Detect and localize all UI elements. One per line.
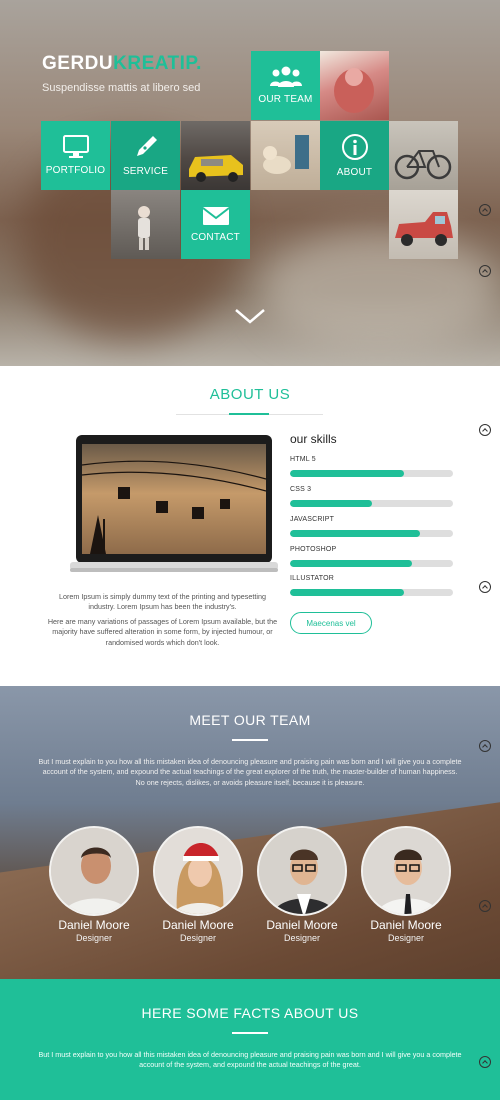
tile-label: SERVICE — [122, 166, 169, 177]
facts-section: HERE SOME FACTS ABOUT US But I must expl… — [0, 979, 500, 1100]
tile-label: OUR TEAM — [258, 94, 313, 105]
skills-title: our skills — [290, 432, 337, 446]
about-paragraph: Here are many variations of passages of … — [47, 617, 278, 647]
scroll-up-icon[interactable] — [479, 204, 491, 216]
facts-description: But I must explain to you how all this m… — [38, 1050, 462, 1070]
brand-logo[interactable]: GERDUKREATIP. — [42, 53, 202, 75]
avatar — [49, 826, 139, 916]
skill-bar-fill — [290, 470, 405, 477]
tile-about[interactable]: ABOUT — [320, 121, 389, 190]
brand-name-first: GERDU — [42, 53, 114, 74]
skill-bar-fill — [290, 589, 405, 596]
team-member-card[interactable]: Daniel Moore Designer — [358, 826, 454, 943]
skill-label: PHOTOSHOP — [290, 546, 337, 553]
maecenas-button[interactable]: Maecenas vel — [290, 612, 372, 634]
skill-bar-fill — [290, 560, 413, 567]
skill-label: CSS 3 — [290, 486, 312, 493]
member-name: Daniel Moore — [370, 918, 442, 932]
skill-bar — [290, 530, 453, 537]
skill-bar — [290, 470, 453, 477]
tile-label: PORTFOLIO — [45, 165, 106, 176]
team-icon — [269, 66, 302, 87]
tile-contact[interactable]: CONTACT — [181, 190, 250, 259]
avatar — [361, 826, 451, 916]
team-member-card[interactable]: Daniel Moore Designer — [46, 826, 142, 943]
tile-photo-bicycle[interactable] — [389, 121, 458, 190]
avatar — [257, 826, 347, 916]
scroll-up-icon[interactable] — [479, 740, 491, 752]
envelope-icon — [201, 207, 230, 225]
skill-bar — [290, 560, 453, 567]
tile-photo-red-truck[interactable] — [389, 190, 458, 259]
laptop-image — [70, 435, 278, 572]
scroll-up-icon[interactable] — [479, 900, 491, 912]
scroll-up-icon[interactable] — [479, 1056, 491, 1068]
about-section: ABOUT US Lorem Ipsum is simply dummy tex… — [0, 366, 500, 686]
scroll-up-icon[interactable] — [479, 424, 491, 436]
team-member-card[interactable]: Daniel Moore Designer — [254, 826, 350, 943]
member-role: Designer — [387, 933, 425, 943]
about-title: ABOUT US — [209, 386, 291, 403]
man-tie-portrait-image — [363, 828, 449, 914]
bicycle-photo-image — [394, 150, 452, 180]
tile-photo-child[interactable] — [111, 190, 180, 259]
scroll-down-chevron-icon[interactable] — [234, 308, 266, 324]
skill-bar — [290, 500, 453, 507]
team-section: MEET OUR TEAM But I must explain to you … — [0, 686, 500, 979]
member-name: Daniel Moore — [266, 918, 338, 932]
facts-title: HERE SOME FACTS ABOUT US — [141, 1005, 359, 1021]
tile-photo-dog[interactable] — [251, 121, 320, 190]
yellow-car-image — [189, 155, 243, 182]
member-role: Designer — [179, 933, 217, 943]
tile-label: CONTACT — [191, 232, 240, 243]
about-paragraph: Lorem Ipsum is simply dummy text of the … — [59, 592, 266, 612]
skill-bar-fill — [290, 530, 421, 537]
tile-portfolio[interactable]: PORTFOLIO — [41, 121, 110, 190]
brand-name-second: KREATIP. — [113, 53, 202, 74]
scroll-up-icon[interactable] — [479, 265, 491, 277]
skill-bar — [290, 589, 453, 596]
member-name: Daniel Moore — [162, 918, 234, 932]
team-divider — [232, 739, 268, 741]
skill-label: JAVASCRIPT — [290, 516, 335, 523]
member-role: Designer — [75, 933, 113, 943]
facts-divider — [232, 1032, 268, 1034]
woman-portrait-image — [155, 828, 241, 914]
tile-our-team[interactable]: OUR TEAM — [251, 51, 320, 120]
tile-photo-costume[interactable] — [320, 51, 389, 120]
man-glasses-portrait-image — [259, 828, 345, 914]
tile-label: ABOUT — [336, 167, 373, 178]
pen-icon — [136, 136, 157, 156]
skill-bar-fill — [290, 500, 372, 507]
hero-tagline: Suspendisse mattis at libero sed — [42, 82, 201, 94]
hero-section: GERDUKREATIP. Suspendisse mattis at libe… — [0, 0, 500, 366]
tile-photo-yellow-car[interactable] — [181, 121, 250, 190]
skill-label: HTML 5 — [290, 456, 316, 463]
costume-photo-image — [334, 68, 374, 113]
member-role: Designer — [283, 933, 321, 943]
child-photo-image — [138, 206, 150, 250]
scroll-up-icon[interactable] — [479, 581, 491, 593]
tile-service[interactable]: SERVICE — [111, 121, 180, 190]
team-title: MEET OUR TEAM — [189, 712, 311, 728]
info-icon — [341, 134, 368, 160]
about-divider — [176, 413, 323, 415]
hero-background-shape — [260, 230, 500, 350]
team-member-card[interactable]: Daniel Moore Designer — [150, 826, 246, 943]
monitor-icon — [62, 135, 89, 158]
dog-photo-image — [263, 135, 309, 174]
team-description: But I must explain to you how all this m… — [38, 757, 462, 787]
member-name: Daniel Moore — [58, 918, 130, 932]
avatar — [153, 826, 243, 916]
red-truck-image — [395, 212, 453, 246]
skill-label: ILLUSTATOR — [290, 575, 335, 582]
man-portrait-image — [51, 828, 137, 914]
